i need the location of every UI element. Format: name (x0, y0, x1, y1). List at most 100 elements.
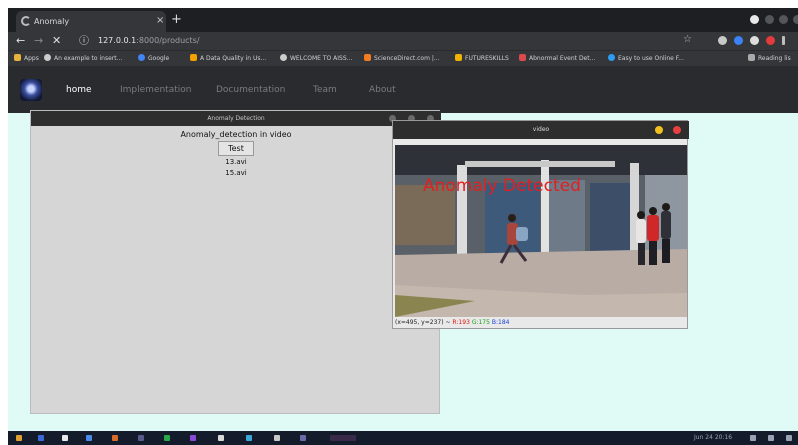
scene-person-head (508, 214, 516, 222)
nav-link-documentation[interactable]: Documentation (216, 84, 285, 96)
scene-window (590, 183, 632, 255)
window-minimize-button[interactable] (655, 126, 663, 134)
network-icon[interactable] (750, 435, 756, 441)
new-tab-button[interactable]: + (171, 11, 182, 29)
bookmark-item[interactable]: Apps (14, 53, 39, 65)
loading-spinner-icon (21, 16, 31, 26)
taskbar-app-icon[interactable] (62, 435, 68, 441)
cursor-position-readout: (x=495, y=237) ~ (395, 319, 451, 326)
url-host: 127.0.0.1 (98, 36, 137, 45)
site-favicon-icon (190, 54, 197, 61)
nav-link-team[interactable]: Team (313, 84, 337, 96)
window-title: Anomaly Detection (207, 115, 265, 122)
reading-list-icon (748, 54, 755, 61)
nav-link-about[interactable]: About (369, 84, 396, 96)
stop-loading-icon[interactable]: ✕ (52, 34, 61, 48)
taskbar-app-icon[interactable] (274, 435, 280, 441)
scene-sign (465, 161, 615, 167)
taskbar-app-icon[interactable] (112, 435, 118, 441)
puzzle-extensions-icon[interactable] (750, 36, 759, 45)
url-field[interactable]: 127.0.0.1:8000/products/ (98, 35, 200, 47)
window-close-button[interactable] (673, 126, 681, 134)
reading-list-button[interactable]: Reading lis (748, 53, 791, 65)
bookmark-item[interactable]: Google (138, 53, 169, 65)
profile-avatar-icon[interactable] (766, 36, 775, 45)
nav-link-home[interactable]: home (66, 84, 92, 96)
apps-grid-icon (14, 54, 21, 61)
bookmark-item[interactable]: A Data Quality in Us... (190, 53, 266, 65)
site-logo[interactable] (20, 79, 42, 101)
scene-person-legs (662, 239, 670, 263)
volume-icon[interactable] (768, 435, 774, 441)
nav-link-implementation[interactable]: Implementation (120, 84, 191, 96)
taskbar-clock: Jun 24 20:16 (694, 434, 733, 441)
bookmark-star-icon[interactable]: ☆ (683, 34, 692, 45)
extension-icon[interactable] (718, 36, 727, 45)
blue-channel-value: B:184 (491, 319, 510, 326)
taskbar-app-icon[interactable] (138, 435, 144, 441)
window-close-button[interactable] (793, 15, 798, 24)
chevron-right-icon (455, 54, 462, 61)
bookmark-item[interactable]: Abnormal Event Det... (519, 53, 595, 65)
url-path: :8000/products/ (136, 36, 200, 45)
window-minimize-button[interactable] (765, 15, 774, 24)
green-channel-value: G:175 (471, 319, 490, 326)
window-maximize-button[interactable] (779, 15, 788, 24)
bookmark-item[interactable]: Easy to use Online F... (608, 53, 684, 65)
browser-tab[interactable]: Anomaly × (16, 11, 166, 32)
taskbar-app-icon[interactable] (300, 435, 306, 441)
power-icon[interactable] (786, 435, 792, 441)
taskbar-app-icon[interactable] (218, 435, 224, 441)
bookmark-item[interactable]: ScienceDirect.com |... (364, 53, 440, 65)
video-frame: Anomaly Detected (395, 145, 687, 317)
bookmark-item[interactable]: FUTURESKILLS (455, 53, 509, 65)
browser-tab-bar: Anomaly × + (8, 8, 798, 32)
bookmark-item[interactable]: WELCOME TO AISS... (280, 53, 352, 65)
site-favicon-icon (364, 54, 371, 61)
scene-person-legs (638, 243, 645, 265)
taskbar-app-icon[interactable] (246, 435, 252, 441)
test-button[interactable]: Test (218, 141, 254, 156)
tab-close-icon[interactable]: × (156, 14, 164, 28)
site-favicon-icon (608, 54, 615, 61)
taskbar-app-icon[interactable] (38, 435, 44, 441)
extension-icon[interactable] (734, 36, 743, 45)
taskbar-app-icon[interactable] (190, 435, 196, 441)
scene-person-head (662, 203, 670, 211)
globe-icon (280, 54, 287, 61)
scene-person-bag (516, 227, 528, 241)
tab-title: Anomaly (34, 17, 70, 26)
address-bar: ← → ✕ ⓘ 127.0.0.1:8000/products/ ☆ (8, 32, 798, 50)
os-taskbar: Jun 24 20:16 (8, 431, 798, 445)
site-info-icon[interactable]: ⓘ (79, 35, 89, 49)
scene-person-legs (649, 241, 657, 265)
window-title-bar[interactable]: video (393, 121, 689, 139)
forward-arrow-icon[interactable]: → (34, 34, 43, 48)
scene-person-shirt (636, 219, 646, 243)
kebab-menu-icon[interactable] (782, 36, 785, 45)
file-list-item[interactable]: 15.avi (31, 169, 441, 178)
globe-icon (44, 54, 51, 61)
anomaly-overlay-text: Anomaly Detected (423, 176, 581, 196)
window-menu-icon[interactable] (750, 15, 759, 24)
back-arrow-icon[interactable]: ← (16, 34, 25, 48)
scene-person-coat (661, 211, 671, 239)
window-title: video (532, 126, 550, 133)
site-navbar: home Implementation Documentation Team A… (8, 66, 798, 113)
bookmarks-bar: Apps An example to insert... Google A Da… (8, 50, 798, 66)
activities-icon[interactable] (16, 435, 22, 441)
scene-person-head (649, 207, 657, 215)
taskbar-active-window[interactable] (330, 435, 356, 441)
taskbar-app-icon[interactable] (164, 435, 170, 441)
google-icon (138, 54, 145, 61)
scene-person-coat (647, 215, 659, 241)
bookmark-item[interactable]: An example to insert... (44, 53, 122, 65)
file-list-item[interactable]: 13.avi (31, 158, 441, 167)
video-window: video Anomaly Detected (x=495, y=237) ~ … (392, 120, 689, 329)
window-title-bar[interactable]: Anomaly Detection (31, 111, 441, 126)
site-favicon-icon (519, 54, 526, 61)
taskbar-app-icon[interactable] (86, 435, 92, 441)
anomaly-detection-window: Anomaly Detection Anomaly_detection in v… (30, 110, 441, 414)
red-channel-value: R:193 (452, 319, 470, 326)
scene-person-head (637, 211, 645, 219)
